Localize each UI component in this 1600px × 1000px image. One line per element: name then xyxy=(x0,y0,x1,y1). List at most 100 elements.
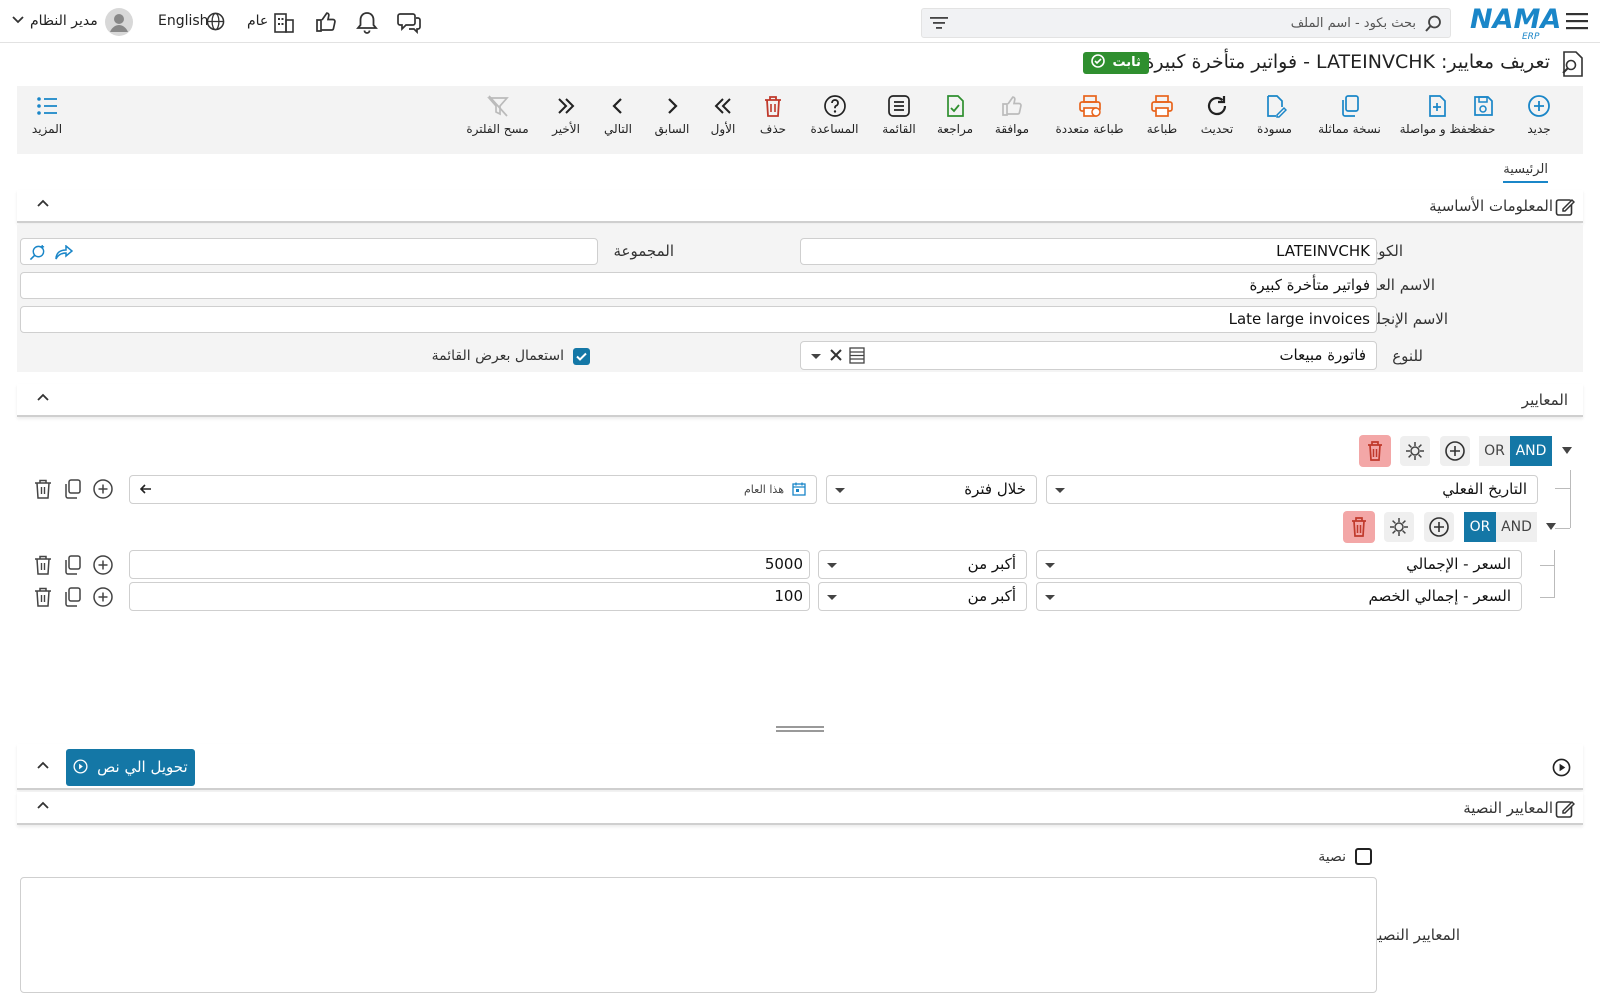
globe-icon[interactable] xyxy=(206,12,225,31)
text-criteria-title: المعايير النصية xyxy=(1463,799,1553,817)
chevron-up-icon[interactable] xyxy=(37,801,49,809)
row-delete-icon[interactable] xyxy=(32,478,54,500)
criteria-field-select[interactable]: السعر - إجمالي الخصم xyxy=(1036,582,1522,611)
criteria-operator-select[interactable]: أكبر من xyxy=(818,550,1027,579)
sub-delete-button[interactable] xyxy=(1343,511,1375,543)
edit-icon xyxy=(1555,799,1575,819)
row-add-icon[interactable] xyxy=(92,554,114,576)
caret-down-icon[interactable] xyxy=(811,354,821,359)
arabic-name-field[interactable]: فواتير متأخرة كبيرة xyxy=(20,272,1377,299)
play-circle-icon[interactable] xyxy=(1552,758,1571,777)
type-select[interactable]: فاتورة مبيعات xyxy=(800,341,1377,370)
resize-handle[interactable] xyxy=(776,726,824,732)
user-name[interactable]: مدير النظام xyxy=(30,13,98,29)
criteria-field-select[interactable]: التاريخ الفعلي xyxy=(1046,475,1538,504)
tab-main[interactable]: الرئيسية xyxy=(1503,162,1548,183)
collapse-triangle-icon[interactable] xyxy=(1546,523,1556,531)
calendar-icon[interactable] xyxy=(792,482,806,496)
criteria-field-select[interactable]: السعر - الإجمالي xyxy=(1036,550,1522,579)
root-add-button[interactable] xyxy=(1440,436,1470,466)
filter-icon[interactable] xyxy=(930,16,948,30)
collapse-triangle-icon[interactable] xyxy=(1562,447,1572,455)
criteria-value-field[interactable]: هذا العام xyxy=(129,475,817,504)
row-delete-icon[interactable] xyxy=(32,554,54,576)
draft-button[interactable]: مسودة xyxy=(1252,94,1297,150)
english-name-field[interactable]: Late large invoices xyxy=(20,306,1377,333)
text-criteria-header[interactable]: المعايير النصية xyxy=(17,792,1583,825)
previous-button[interactable]: السابق xyxy=(654,94,690,150)
chevron-down-icon[interactable] xyxy=(12,16,24,24)
duplicate-button[interactable]: نسخة مماثلة xyxy=(1312,94,1387,150)
clear-filter-button[interactable]: مسح الفلترة xyxy=(465,94,530,150)
basic-info-header[interactable]: المعلومات الأساسية xyxy=(17,190,1583,223)
refresh-icon xyxy=(1205,94,1229,118)
first-button[interactable]: الأول xyxy=(707,94,739,150)
sub-or-button[interactable]: OR xyxy=(1464,512,1496,542)
root-or-button[interactable]: OR xyxy=(1479,436,1510,466)
row-delete-icon[interactable] xyxy=(32,586,54,608)
clear-icon[interactable] xyxy=(829,348,843,362)
print-button[interactable]: طباعة xyxy=(1142,94,1182,150)
use-list-checkbox[interactable] xyxy=(573,348,590,365)
text-checkbox[interactable] xyxy=(1355,848,1372,865)
group-label: المجموعة xyxy=(613,242,674,260)
criteria-header[interactable]: المعايير xyxy=(17,384,1583,417)
code-field[interactable]: LATEINVCHK xyxy=(800,238,1377,265)
type-value: فاتورة مبيعات xyxy=(1279,346,1366,364)
criteria-operator-select[interactable]: خلال فترة xyxy=(826,475,1037,504)
share-icon[interactable] xyxy=(55,245,73,260)
thumbs-up-icon[interactable] xyxy=(314,10,338,34)
chat-icon[interactable] xyxy=(397,10,421,34)
root-delete-button[interactable] xyxy=(1359,435,1391,467)
group-field[interactable] xyxy=(20,238,598,265)
sub-settings-button[interactable] xyxy=(1384,512,1414,542)
arrow-left-icon[interactable] xyxy=(140,484,152,494)
last-button[interactable]: الأخير xyxy=(550,94,582,150)
row-copy-icon[interactable] xyxy=(62,554,84,576)
help-button[interactable]: المساعدة xyxy=(807,94,862,150)
chevron-up-icon[interactable] xyxy=(37,199,49,207)
status-badge: ثابت xyxy=(1083,52,1149,74)
row-copy-icon[interactable] xyxy=(62,586,84,608)
approve-button[interactable]: موافقة xyxy=(992,94,1032,150)
tree-line xyxy=(1555,528,1570,529)
language-switch[interactable]: English xyxy=(158,13,209,29)
criteria-operator-select[interactable]: أكبر من xyxy=(818,582,1027,611)
logo[interactable]: NAMA ERP xyxy=(1470,4,1561,42)
branch-label[interactable]: عام xyxy=(247,13,268,29)
save-continue-button[interactable]: حفظ و مواصلة xyxy=(1397,94,1477,150)
next-button[interactable]: التالي xyxy=(602,94,634,150)
review-button[interactable]: مراجعة xyxy=(935,94,975,150)
row-copy-icon[interactable] xyxy=(62,478,84,500)
sub-add-button[interactable] xyxy=(1424,512,1454,542)
row-add-icon[interactable] xyxy=(92,478,114,500)
search-add-icon[interactable] xyxy=(29,244,46,261)
list-button[interactable]: القائمة xyxy=(879,94,919,150)
bell-icon[interactable] xyxy=(356,10,378,34)
first-icon xyxy=(711,94,735,118)
delete-button[interactable]: حذف xyxy=(757,94,789,150)
building-icon[interactable] xyxy=(274,11,294,33)
root-and-button[interactable]: AND xyxy=(1510,436,1552,466)
text-criteria-textarea[interactable] xyxy=(20,877,1377,993)
table-icon[interactable] xyxy=(849,347,865,364)
avatar[interactable] xyxy=(105,8,133,36)
tree-line xyxy=(1554,550,1555,598)
sub-and-button[interactable]: AND xyxy=(1496,512,1537,542)
chevron-up-icon[interactable] xyxy=(37,761,49,769)
use-list-label: استعمال بعرض القائمة xyxy=(431,348,564,364)
search-input[interactable] xyxy=(976,13,1416,33)
hamburger-menu-icon[interactable] xyxy=(1566,12,1588,30)
search-box[interactable] xyxy=(921,8,1451,38)
more-button[interactable]: المزيد xyxy=(27,94,67,150)
row-add-icon[interactable] xyxy=(92,586,114,608)
convert-to-text-button[interactable]: تحويل الي نص xyxy=(66,749,195,786)
criteria-value-field[interactable]: 5000 xyxy=(129,550,810,579)
new-button[interactable]: جديد xyxy=(1519,94,1559,150)
refresh-button[interactable]: تحديث xyxy=(1197,94,1237,150)
play-circle-icon xyxy=(73,759,88,774)
criteria-value-field[interactable]: 100 xyxy=(129,582,810,611)
root-settings-button[interactable] xyxy=(1400,436,1430,466)
multi-print-button[interactable]: طباعة متعددة xyxy=(1052,94,1127,150)
chevron-up-icon[interactable] xyxy=(37,393,49,401)
